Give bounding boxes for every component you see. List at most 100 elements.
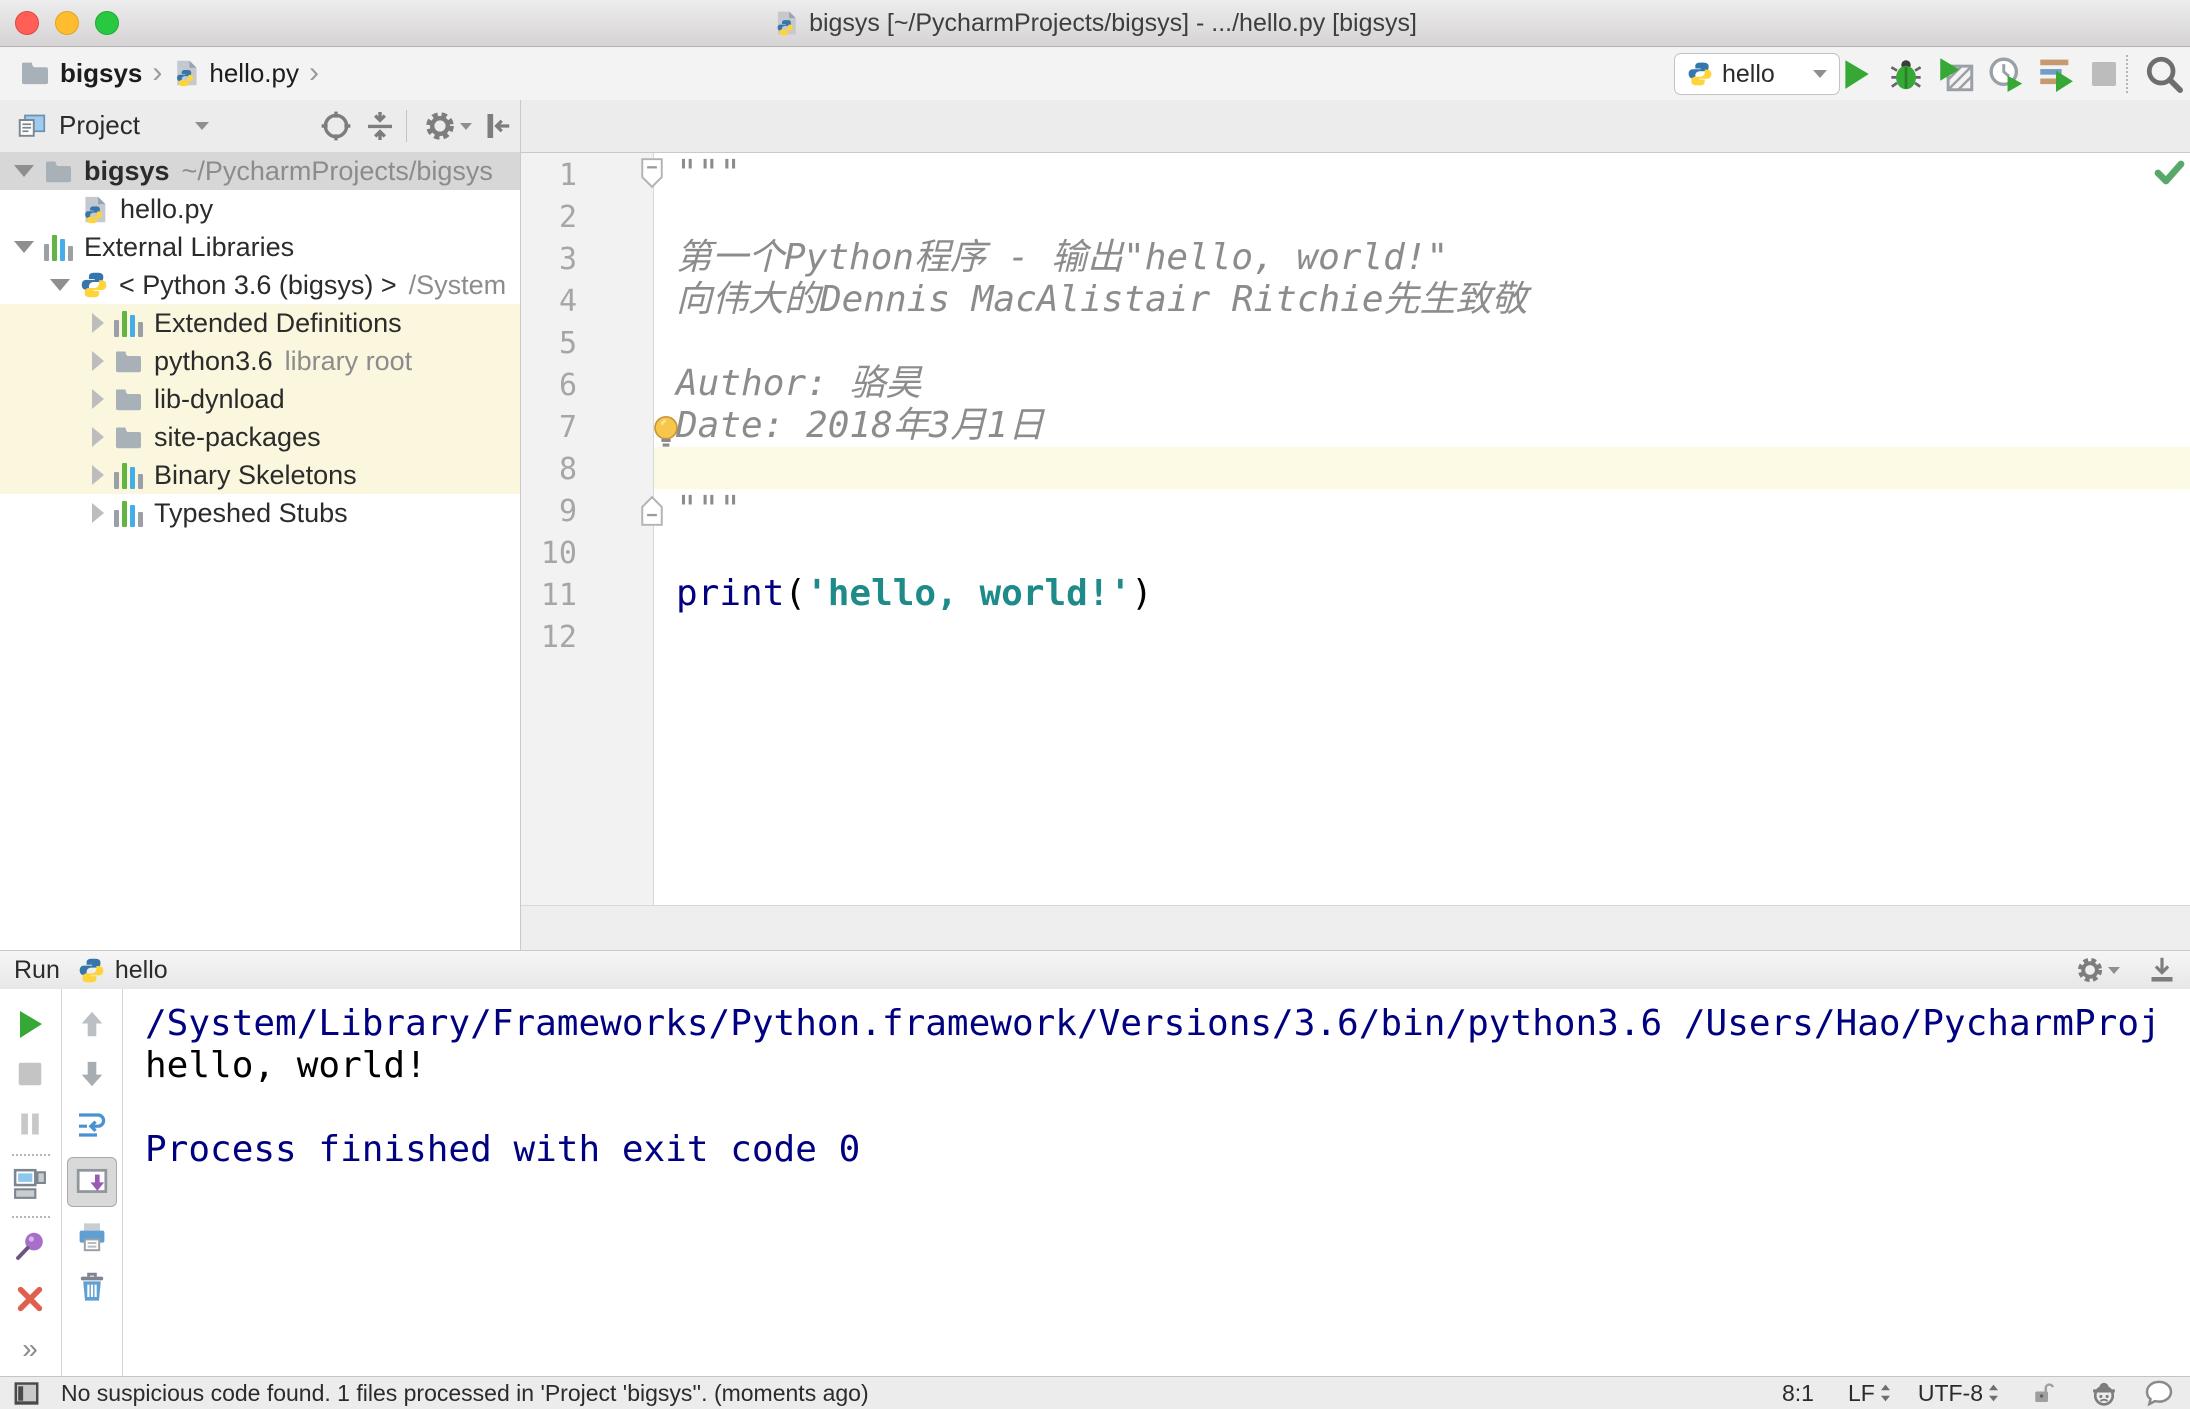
hide-panel-button[interactable] [478,106,518,146]
folder-icon [114,387,143,412]
run-button[interactable] [1836,54,1876,94]
clear-console-button[interactable] [72,1267,112,1307]
toolbar-separator [2126,55,2128,93]
tree-item-label: lib-dynload [154,383,285,414]
fold-region-start-icon[interactable] [639,157,665,189]
print-console-button[interactable] [72,1217,112,1257]
code-line-11: print('hello, world!') [676,573,1153,615]
search-everywhere-icon[interactable] [2144,54,2184,94]
breadcrumb-project[interactable]: bigsys [60,58,142,89]
tree-item-python36[interactable]: python3.6 library root [0,342,520,380]
collapse-all-button[interactable] [360,106,400,146]
tool-window-toggle-icon[interactable] [14,1381,39,1405]
tree-item-label: Binary Skeletons [154,459,357,490]
panel-header-strip: Project hello.py × [0,100,2190,253]
scroll-to-source-button[interactable] [316,106,356,146]
line-number: 10 [540,536,577,571]
title-bar: bigsys [~/PycharmProjects/bigsys] - .../… [0,0,2190,47]
next-occurrence-button[interactable] [72,1054,112,1094]
editor-code-area[interactable]: 1 2 3 4 5 6 7 8 9 10 11 12 """ 第一个Python… [521,153,2190,905]
chevron-down-icon[interactable] [50,279,70,291]
tree-item-label: python3.6 [154,345,273,376]
tree-item-site-packages[interactable]: site-packages [0,418,520,456]
stop-button[interactable] [2084,54,2124,94]
fold-region-end-icon[interactable] [639,495,665,527]
pause-output-button[interactable] [10,1104,50,1144]
tree-item-binary-skeletons[interactable]: Binary Skeletons [0,456,520,494]
encoding-widget[interactable]: UTF-8 [1918,1380,2000,1407]
run-panel-header[interactable]: Run hello [0,950,2190,990]
folder-icon [20,60,50,86]
profiler-button[interactable] [1986,54,2026,94]
caret-position-widget[interactable]: 8:1 [1782,1380,1814,1407]
line-number: 9 [558,494,577,529]
project-settings-gear-button[interactable] [420,106,476,146]
tree-item-path: /System [408,269,507,300]
print-keyword: print [676,573,785,614]
scroll-to-end-button[interactable] [67,1157,117,1207]
line-separator-widget[interactable]: LF [1848,1380,1892,1407]
navigation-bar: bigsys › hello.py › hello [0,47,2190,101]
chevron-down-icon[interactable] [194,121,209,130]
debug-button[interactable] [1886,54,1926,94]
string-literal: 'hello, world!' [806,573,1132,614]
intention-bulb-icon[interactable] [649,413,683,451]
tree-item-python-sdk[interactable]: < Python 3.6 (bigsys) > /System [0,266,520,304]
run-settings-gear-button[interactable] [2076,956,2120,984]
tree-item-lib-dynload[interactable]: lib-dynload [0,380,520,418]
more-actions-button[interactable]: » [10,1329,50,1369]
line-separator-value: LF [1847,1379,1875,1406]
chevron-right-icon[interactable] [92,389,104,409]
stop-process-button[interactable] [10,1054,50,1094]
unlock-icon[interactable] [2030,1381,2054,1405]
python-logo-icon [80,271,108,299]
tree-item-label: bigsys [84,155,170,186]
chevron-down-icon[interactable] [14,165,34,177]
line-number: 7 [558,410,577,445]
notifications-bubble-icon[interactable] [2144,1379,2174,1407]
tree-item-path: ~/PycharmProjects/bigsys [181,155,493,186]
chevron-right-icon[interactable] [92,465,104,485]
tree-item-label: External Libraries [84,231,295,262]
status-message: No suspicious code found. 1 files proces… [61,1379,869,1406]
restore-layout-button[interactable] [10,1164,50,1204]
run-header-actions [2076,956,2176,984]
chevron-right-icon[interactable] [92,503,104,523]
prev-occurrence-button[interactable] [72,1004,112,1044]
hector-inspector-icon[interactable] [2090,1379,2118,1407]
code-line-3: 第一个Python程序 - 输出"hello, world!" [676,237,1449,278]
pin-tab-button[interactable] [10,1226,50,1266]
rerun-button[interactable] [10,1004,50,1044]
hide-run-panel-button[interactable] [2148,956,2176,984]
toolbar-separator [12,1216,50,1218]
editor-gutter: 1 2 3 4 5 6 7 8 9 10 11 12 [521,153,663,905]
breadcrumb-file[interactable]: hello.py [209,58,299,89]
project-panel-title[interactable]: Project [59,110,140,141]
chevron-down-icon[interactable] [14,241,34,253]
run-configuration-select[interactable]: hello [1674,53,1840,95]
tree-item-scope: library root [284,345,413,376]
python-file-icon [80,195,109,224]
soft-wrap-button[interactable] [72,1104,112,1144]
tree-item-extended-definitions[interactable]: Extended Definitions [0,304,520,342]
chevron-right-icon[interactable] [92,427,104,447]
inspection-status-check-icon[interactable] [2153,158,2185,186]
chevron-right-icon[interactable] [92,313,104,333]
chevron-right-icon[interactable] [92,351,104,371]
folder-icon [114,349,143,374]
run-panel-config-name: hello [114,955,168,984]
run-with-coverage-button[interactable] [1936,54,1976,94]
paren: ) [1131,573,1153,614]
tree-item-external-libraries[interactable]: External Libraries [0,228,520,266]
line-number: 8 [558,452,577,487]
tree-item-hello-py[interactable]: hello.py [0,190,520,228]
caret-line-highlight [521,447,2190,489]
tree-item-bigsys[interactable]: bigsys ~/PycharmProjects/bigsys [0,152,520,190]
concurrency-diagram-button[interactable] [2036,54,2076,94]
up-down-arrows-icon [1880,1384,1890,1402]
library-icon [114,499,143,527]
tree-item-typeshed-stubs[interactable]: Typeshed Stubs [0,494,520,532]
close-run-panel-button[interactable] [10,1279,50,1319]
editor-bottom-strip [521,905,2190,951]
project-tool-icon [18,113,46,139]
